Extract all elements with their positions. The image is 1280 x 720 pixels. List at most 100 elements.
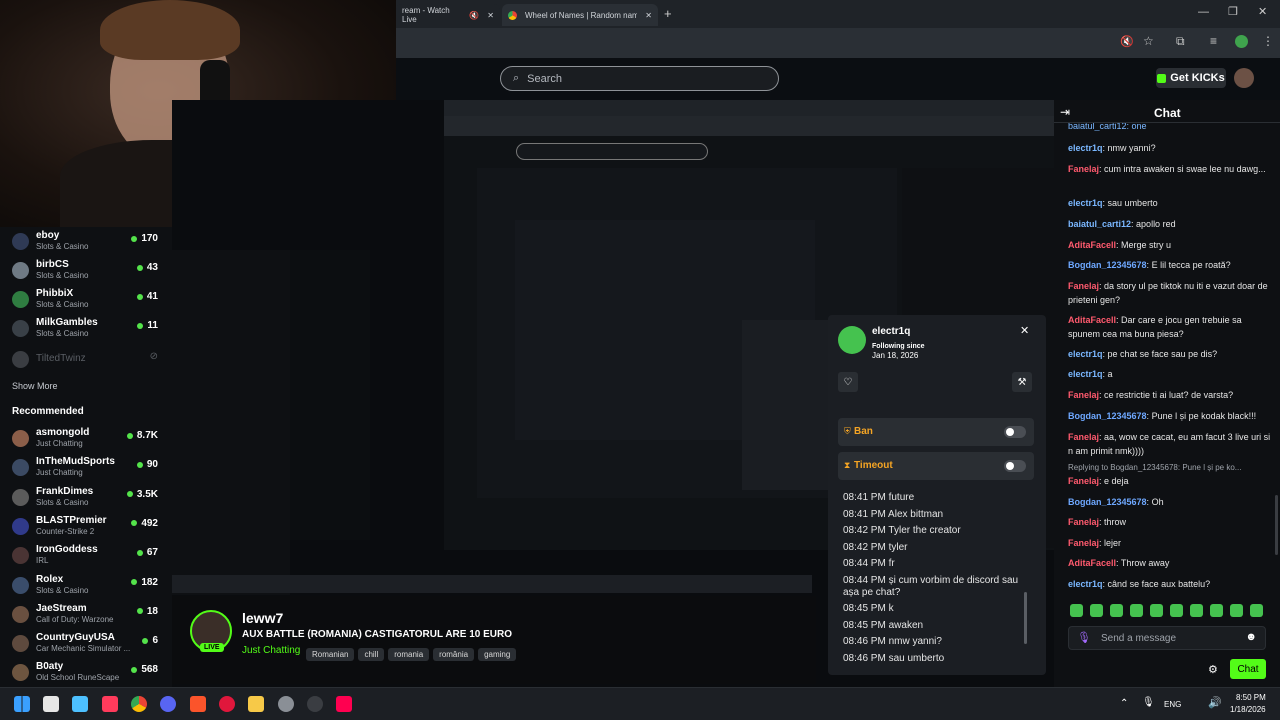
chat-message[interactable]: Bogdan_12345678: Pune l și pe kodak blac…: [1068, 409, 1274, 423]
microphone-icon[interactable]: 🎙: [1077, 631, 1091, 644]
chat-username[interactable]: Fanelaj: [1068, 164, 1099, 174]
history-scrollbar[interactable]: [1024, 592, 1027, 644]
tab-wheel-of-names[interactable]: Wheel of Names | Random nam ✕: [502, 4, 658, 26]
recommended-channel[interactable]: Rolex Slots & Casino 182: [12, 574, 162, 600]
heart-icon[interactable]: ♡: [838, 372, 858, 392]
mute-site-icon[interactable]: 🔇: [1120, 35, 1134, 48]
clock-time[interactable]: 8:50 PM: [1236, 693, 1266, 702]
language-indicator[interactable]: ENG: [1164, 700, 1181, 709]
extensions-icon[interactable]: ⧉: [1176, 34, 1185, 49]
recommended-channel[interactable]: IronGoddess IRL 67: [12, 544, 162, 570]
chat-username[interactable]: Fanelaj: [1068, 390, 1099, 400]
emote-icon[interactable]: [1210, 604, 1223, 617]
user-card-avatar[interactable]: [838, 326, 866, 354]
chat-message[interactable]: AditaFacell: Merge stry u: [1068, 238, 1274, 252]
chat-username[interactable]: baiatul_carti12: [1068, 219, 1131, 229]
timeout-row[interactable]: ⧗ Timeout: [838, 452, 1034, 480]
chat-message[interactable]: electr1q: a: [1068, 367, 1274, 381]
chat-message[interactable]: Fanelaj: ce restrictie ti ai luat? de va…: [1068, 388, 1274, 402]
tray-chevron-icon[interactable]: ⌃: [1120, 698, 1128, 709]
get-kicks-button[interactable]: Get KICKs: [1156, 68, 1226, 88]
chat-message[interactable]: Bogdan_12345678: Oh: [1068, 495, 1274, 509]
chat-username[interactable]: Fanelaj: [1068, 538, 1099, 548]
sidebar-channel[interactable]: MilkGambles Slots & Casino 11: [12, 317, 162, 343]
user-card-username[interactable]: electr1q: [872, 326, 910, 337]
chat-message[interactable]: baiatul_carti12: apollo red: [1068, 217, 1274, 231]
search-input[interactable]: ⌕ Search: [500, 66, 779, 91]
chat-message[interactable]: Bogdan_12345678: E lil tecca pe roată?: [1068, 258, 1274, 272]
settings-icon[interactable]: [278, 696, 294, 712]
chat-username[interactable]: AditaFacell: [1068, 240, 1116, 250]
profile-avatar[interactable]: [1235, 35, 1248, 48]
close-icon[interactable]: ✕: [1020, 324, 1029, 337]
chat-username[interactable]: Fanelaj: [1068, 281, 1099, 291]
recommended-channel[interactable]: InTheMudSports Just Chatting 90: [12, 456, 162, 482]
obs-icon[interactable]: [307, 696, 323, 712]
chat-message[interactable]: electr1q: sau umberto: [1068, 196, 1274, 210]
maximize-button[interactable]: ❐: [1228, 5, 1238, 18]
close-tab-icon[interactable]: ✕: [645, 11, 652, 20]
chat-scrollbar[interactable]: [1275, 495, 1278, 555]
recommended-channel[interactable]: CountryGuyUSA Car Mechanic Simulator ... 6: [12, 632, 162, 658]
chat-message[interactable]: Fanelaj: lejer: [1068, 536, 1274, 550]
recommended-channel[interactable]: asmongold Just Chatting 8.7K: [12, 427, 162, 453]
stream-tag[interactable]: românia: [433, 648, 475, 661]
chat-settings-icon[interactable]: ⚙: [1208, 663, 1218, 676]
recommended-channel[interactable]: B0aty Old School RuneScape 568: [12, 661, 162, 687]
chat-send-button[interactable]: Chat: [1230, 659, 1266, 679]
emote-icon[interactable]: [1090, 604, 1103, 617]
windows-start-icon[interactable]: [14, 696, 30, 712]
chat-username[interactable]: electr1q: [1068, 369, 1103, 379]
chat-message[interactable]: AditaFacell: Throw away: [1068, 556, 1274, 570]
tray-mic-icon[interactable]: 🎙: [1142, 697, 1155, 708]
emote-icon[interactable]: [1130, 604, 1143, 617]
sidebar-channel[interactable]: birbCS Slots & Casino 43: [12, 259, 162, 285]
recommended-channel[interactable]: JaeStream Call of Duty: Warzone 18: [12, 603, 162, 629]
chat-message[interactable]: Fanelaj: e deja: [1068, 474, 1274, 488]
emote-icon[interactable]: [1110, 604, 1123, 617]
chat-username[interactable]: Bogdan_12345678: [1068, 411, 1147, 421]
brave-icon[interactable]: [190, 696, 206, 712]
new-tab-button[interactable]: +: [664, 6, 672, 21]
music-app-icon[interactable]: [102, 696, 118, 712]
stream-tag[interactable]: romania: [388, 648, 430, 661]
emote-icon[interactable]: [1070, 604, 1083, 617]
chat-username[interactable]: AditaFacell: [1068, 558, 1116, 568]
browser-menu-icon[interactable]: ⋮: [1262, 34, 1274, 48]
chat-message[interactable]: electr1q: pe chat se face sau pe dis?: [1068, 347, 1274, 361]
sidebar-channel[interactable]: PhibbiX Slots & Casino 41: [12, 288, 162, 314]
clock-date[interactable]: 1/18/2026: [1230, 705, 1266, 714]
collapse-chat-icon[interactable]: ⇥: [1060, 105, 1070, 119]
chat-username[interactable]: electr1q: [1068, 198, 1103, 208]
user-avatar[interactable]: [1234, 68, 1254, 88]
chat-username[interactable]: Bogdan_12345678: [1068, 260, 1147, 270]
stream-tag[interactable]: Romanian: [306, 648, 355, 661]
media-icon[interactable]: ≡: [1210, 34, 1217, 48]
recommended-channel[interactable]: BLASTPremier Counter-Strike 2 492: [12, 515, 162, 541]
chat-username[interactable]: Bogdan_12345678: [1068, 497, 1147, 507]
chat-username[interactable]: AditaFacell: [1068, 315, 1116, 325]
chat-message[interactable]: Fanelaj: throw: [1068, 515, 1274, 529]
stream-tag[interactable]: gaming: [478, 648, 517, 661]
chrome-taskbar-icon[interactable]: [131, 696, 147, 712]
chat-username[interactable]: Fanelaj: [1068, 517, 1099, 527]
stream-category[interactable]: Just Chatting: [242, 645, 300, 656]
show-more-link[interactable]: Show More: [12, 381, 58, 391]
minimize-button[interactable]: —: [1198, 6, 1209, 18]
opera-icon[interactable]: [219, 696, 235, 712]
tab-kick[interactable]: ream - Watch Live 🔇 ✕: [396, 4, 500, 26]
timeout-toggle[interactable]: [1004, 460, 1026, 472]
chat-input[interactable]: 🎙 Send a message ☻: [1068, 626, 1266, 650]
tiktok-icon[interactable]: [336, 696, 352, 712]
stream-tag[interactable]: chill: [358, 648, 385, 661]
chat-username[interactable]: electr1q: [1068, 143, 1103, 153]
chat-username[interactable]: electr1q: [1068, 349, 1103, 359]
chat-username[interactable]: Fanelaj: [1068, 432, 1099, 442]
volume-icon[interactable]: 🔊: [1208, 696, 1222, 709]
emoji-icon[interactable]: ☻: [1245, 631, 1257, 643]
mute-icon[interactable]: 🔇: [469, 11, 479, 20]
emote-icon[interactable]: [1230, 604, 1243, 617]
bookmark-star-icon[interactable]: ☆: [1143, 34, 1154, 48]
recommended-channel[interactable]: FrankDimes Slots & Casino 3.5K: [12, 486, 162, 512]
ban-toggle[interactable]: [1004, 426, 1026, 438]
